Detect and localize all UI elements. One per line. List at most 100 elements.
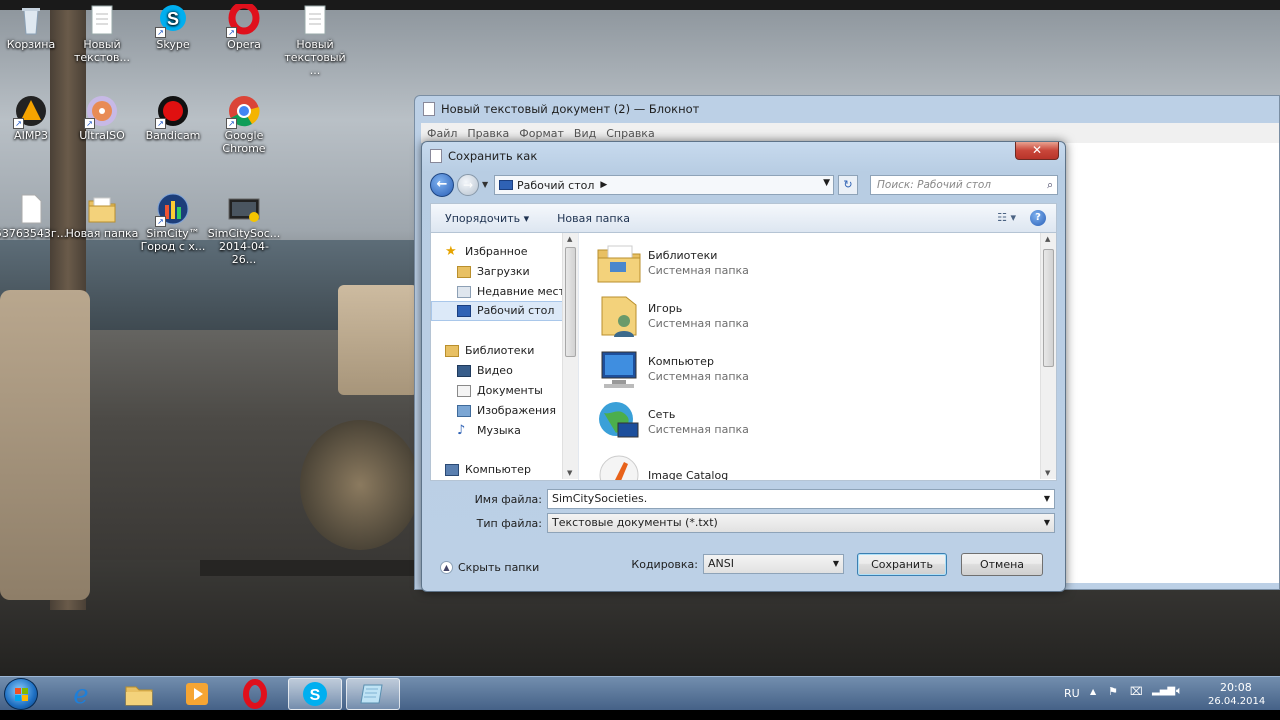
- back-button[interactable]: ←: [430, 173, 454, 197]
- file-list-scrollbar[interactable]: ▲ ▼: [1040, 233, 1056, 479]
- desktop-icon-new-folder[interactable]: Новая папка: [65, 193, 139, 240]
- menu-file[interactable]: Файл: [427, 127, 457, 140]
- nav-libraries[interactable]: Библиотеки: [445, 341, 534, 361]
- desktop-icon-text-file-2[interactable]: Новый текстовый ...: [278, 4, 352, 77]
- file-item-network[interactable]: Сеть Системная папка: [596, 396, 749, 448]
- forward-button[interactable]: →: [457, 174, 479, 196]
- flag-icon[interactable]: ⚑: [1108, 685, 1118, 698]
- menu-format[interactable]: Формат: [519, 127, 564, 140]
- downloads-folder-icon: [457, 266, 471, 278]
- desktop-icon-simcity[interactable]: ↗ SimCity™ Город с х...: [136, 193, 210, 253]
- address-dropdown-icon[interactable]: ▼: [823, 178, 830, 188]
- desktop-icon-ultraiso[interactable]: ↗ UltraISO: [65, 95, 139, 142]
- nav-images[interactable]: Изображения: [457, 401, 556, 421]
- desktop-icon-opera[interactable]: ↗ Opera: [207, 1, 281, 51]
- image-catalog-icon: [596, 452, 642, 480]
- volume-icon[interactable]: 🔈︎: [1176, 684, 1183, 698]
- menu-view[interactable]: Вид: [574, 127, 596, 140]
- desktop-icon-text-file[interactable]: Новый текстов...: [65, 4, 139, 64]
- desktop-icon-aimp[interactable]: ↗ AIMP3: [0, 95, 68, 142]
- scroll-down-icon[interactable]: ▼: [1045, 469, 1050, 477]
- user-folder-icon: [596, 293, 642, 339]
- notepad-icon: [423, 102, 435, 116]
- hide-folders-toggle[interactable]: ▲ Скрыть папки: [440, 561, 539, 574]
- skype-icon: S ↗: [155, 4, 189, 38]
- nav-music[interactable]: ♪ Музыка: [457, 421, 521, 441]
- notepad-text-area[interactable]: [1065, 143, 1279, 583]
- save-button[interactable]: Сохранить: [857, 553, 947, 576]
- desktop-icon-chrome[interactable]: ↗ Google Chrome: [207, 95, 281, 155]
- menu-edit[interactable]: Правка: [467, 127, 509, 140]
- language-indicator[interactable]: RU: [1064, 687, 1080, 700]
- search-icon[interactable]: ⌕: [1047, 176, 1053, 194]
- text-file-icon: [86, 4, 118, 36]
- help-button[interactable]: ?: [1030, 210, 1046, 226]
- file-item-image-catalog[interactable]: Image Catalog: [596, 449, 728, 480]
- recent-places-icon: [457, 286, 471, 298]
- dialog-toolbar: Упорядочить ▾ Новая папка ☷ ▾ ?: [430, 203, 1057, 233]
- view-options-icon[interactable]: ☷ ▾: [997, 211, 1016, 224]
- clock-time[interactable]: 20:08: [1220, 681, 1252, 694]
- taskbar-notepad[interactable]: [346, 678, 400, 710]
- taskbar-ie[interactable]: e: [54, 678, 108, 710]
- desktop-icon-bandicam[interactable]: ↗ Bandicam: [136, 95, 210, 142]
- file-item-libraries[interactable]: Библиотеки Системная папка: [596, 237, 749, 289]
- desktop-icon-recycle-bin[interactable]: Корзина: [0, 4, 68, 51]
- chevron-down-icon[interactable]: ▼: [1044, 490, 1050, 508]
- file-item-user-folder[interactable]: Игорь Системная папка: [596, 290, 749, 342]
- cancel-button[interactable]: Отмена: [961, 553, 1043, 576]
- new-folder-button[interactable]: Новая папка: [557, 212, 630, 225]
- usb-device-icon[interactable]: ⌧: [1130, 685, 1143, 698]
- taskbar-explorer[interactable]: [112, 678, 166, 710]
- notepad-title: Новый текстовый документ (2) — Блокнот: [441, 102, 700, 116]
- network-signal-icon[interactable]: ▂▄▆: [1152, 685, 1175, 696]
- close-button[interactable]: ✕: [1015, 142, 1059, 160]
- scroll-up-icon[interactable]: ▲: [1045, 235, 1050, 243]
- dialog-titlebar[interactable]: Сохранить как: [422, 142, 1065, 170]
- notepad-titlebar[interactable]: Новый текстовый документ (2) — Блокнот: [415, 96, 1279, 122]
- chevron-down-icon[interactable]: ▼: [833, 555, 839, 573]
- scroll-down-icon[interactable]: ▼: [567, 469, 572, 477]
- internet-explorer-icon: e: [73, 680, 88, 709]
- nav-computer[interactable]: Компьютер: [445, 460, 531, 480]
- show-hidden-icons-icon[interactable]: ▲: [1090, 687, 1096, 696]
- clock-date[interactable]: 26.04.2014: [1208, 696, 1265, 707]
- text-file-icon: [299, 4, 331, 36]
- nav-video[interactable]: Видео: [457, 361, 513, 381]
- start-button[interactable]: [4, 678, 38, 710]
- file-item-computer[interactable]: Компьютер Системная папка: [596, 343, 749, 395]
- filetype-select[interactable]: Текстовые документы (*.txt) ▼: [547, 513, 1055, 533]
- scroll-up-icon[interactable]: ▲: [567, 235, 572, 243]
- search-input[interactable]: Поиск: Рабочий стол ⌕: [870, 175, 1058, 195]
- file-scroll-thumb[interactable]: [1043, 249, 1054, 367]
- refresh-button[interactable]: ↻: [838, 175, 858, 195]
- taskbar-skype[interactable]: S: [288, 678, 342, 710]
- organize-button[interactable]: Упорядочить ▾: [445, 212, 529, 225]
- shortcut-arrow-icon: ↗: [84, 118, 95, 129]
- address-bar[interactable]: Рабочий стол ▶ ▼: [494, 175, 834, 195]
- breadcrumb-arrow-icon[interactable]: ▶: [600, 180, 607, 190]
- nav-downloads[interactable]: Загрузки: [457, 262, 530, 282]
- address-path[interactable]: Рабочий стол: [517, 179, 594, 192]
- menu-help[interactable]: Справка: [606, 127, 654, 140]
- nav-scroll-thumb[interactable]: [565, 247, 576, 357]
- history-dropdown-icon[interactable]: ▼: [482, 180, 488, 189]
- taskbar-media-player[interactable]: [170, 678, 224, 710]
- nav-documents[interactable]: Документы: [457, 381, 543, 401]
- desktop-icon-video-file[interactable]: SimCitySoc... 2014-04-26...: [207, 193, 281, 266]
- nav-recent-places[interactable]: Недавние места: [457, 282, 572, 302]
- wallpaper-vase: [300, 420, 420, 550]
- encoding-select[interactable]: ANSI ▼: [703, 554, 844, 574]
- skype-icon: S: [303, 682, 327, 706]
- filename-input[interactable]: SimCitySocieties. ▼: [547, 489, 1055, 509]
- shortcut-arrow-icon: ↗: [155, 118, 166, 129]
- taskbar-opera[interactable]: [228, 678, 282, 710]
- chevron-down-icon[interactable]: ▼: [1044, 514, 1050, 532]
- nav-desktop[interactable]: Рабочий стол: [431, 301, 578, 321]
- save-as-dialog[interactable]: Сохранить как ✕ ← → ▼ Рабочий стол ▶ ▼ ↻…: [421, 141, 1066, 592]
- desktop-icon-file[interactable]: 53763543г...: [0, 193, 68, 240]
- wallpaper-lamp: [338, 285, 418, 395]
- nav-pane-scrollbar[interactable]: ▲ ▼: [562, 233, 578, 479]
- desktop-icon-skype[interactable]: S ↗ Skype: [136, 4, 210, 51]
- nav-favorites[interactable]: ★ Избранное: [445, 242, 527, 262]
